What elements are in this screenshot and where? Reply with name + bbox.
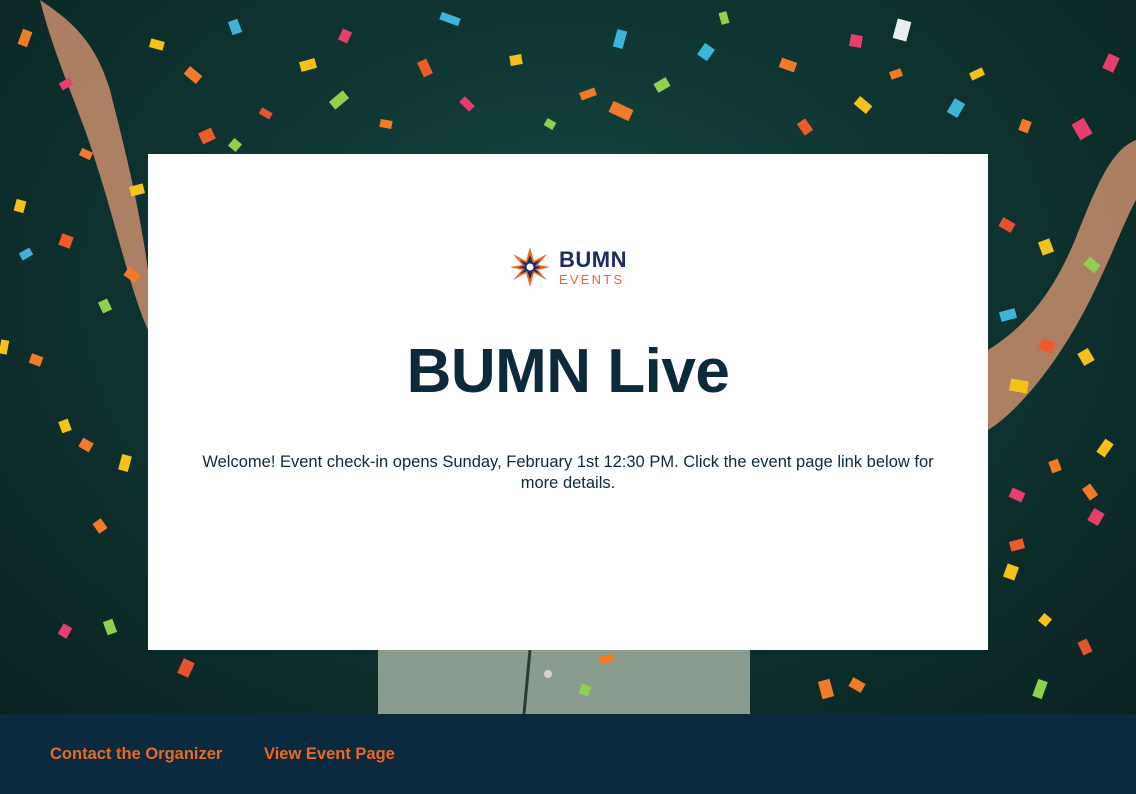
event-info-card: BUMN EVENTS BUMN Live Welcome! Event che… [148, 154, 988, 650]
welcome-message: Welcome! Event check-in opens Sunday, Fe… [202, 453, 934, 492]
brand-logo: BUMN EVENTS [148, 246, 988, 288]
event-title: BUMN Live [406, 337, 730, 406]
brand-subtitle: EVENTS [559, 271, 625, 287]
footer-bar: Contact the Organizer View Event Page [0, 714, 1136, 794]
brand-name: BUMN [559, 246, 627, 272]
view-event-page-link[interactable]: View Event Page [264, 745, 395, 764]
star-burst-logo-icon [510, 247, 550, 287]
contact-organizer-link[interactable]: Contact the Organizer [50, 745, 222, 764]
event-check-in-page: BUMN EVENTS BUMN Live Welcome! Event che… [0, 0, 1136, 794]
